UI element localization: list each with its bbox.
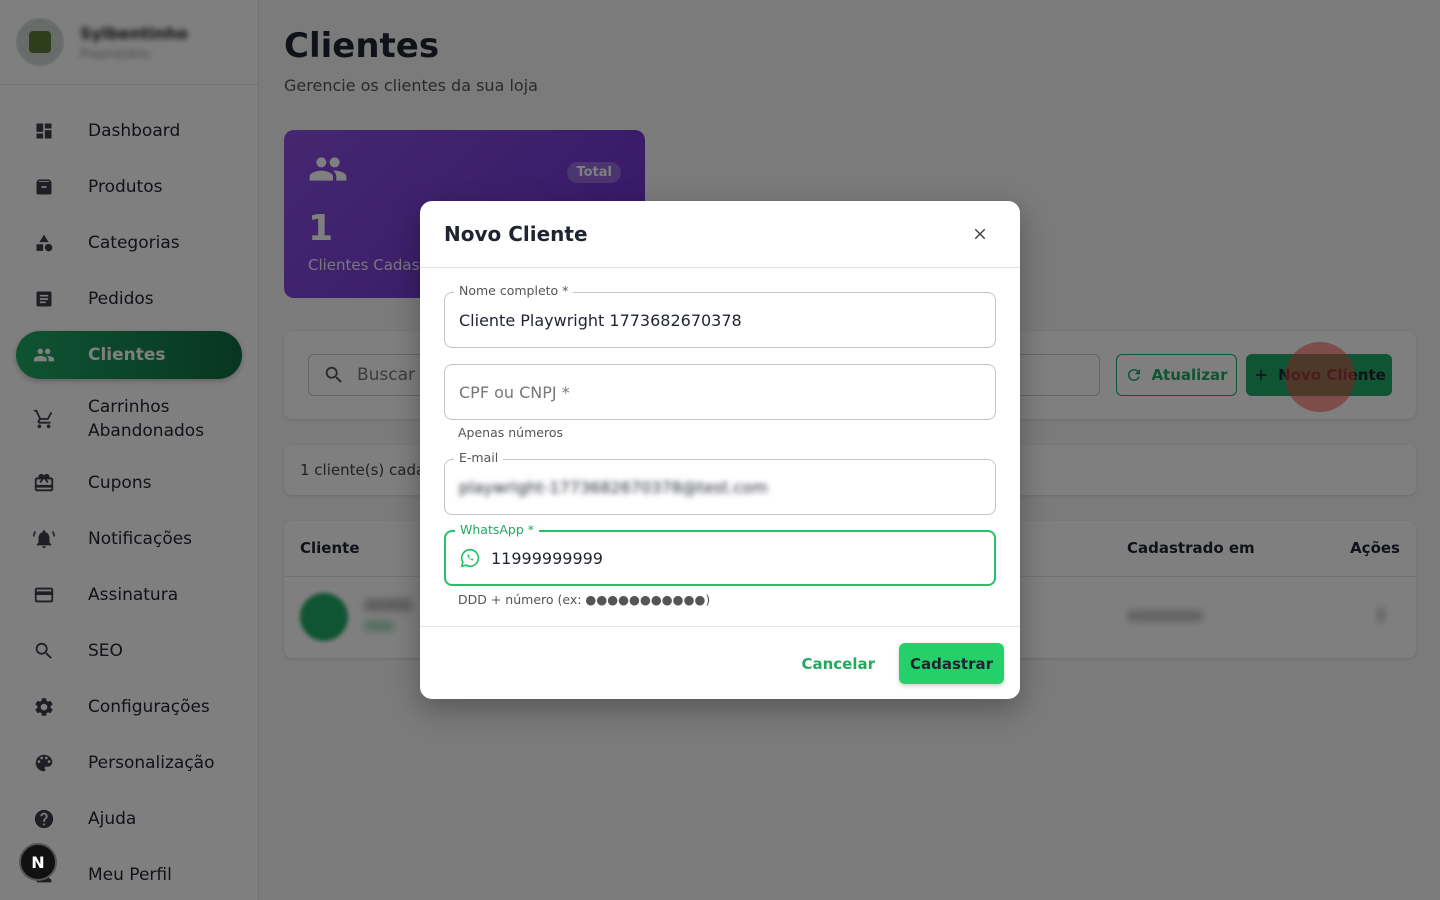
- cpf-helper-text: Apenas números: [458, 425, 563, 440]
- email-field-label: E-mail: [454, 450, 504, 465]
- email-field[interactable]: E-mail playwright-1773682670378@test.com: [444, 450, 996, 515]
- name-field-value: Cliente Playwright 1773682670378: [459, 310, 742, 330]
- cancel-button[interactable]: Cancelar: [801, 644, 875, 684]
- dialog-footer: Cancelar Cadastrar: [420, 626, 1020, 699]
- whatsapp-field-value: 11999999999: [491, 548, 603, 568]
- whatsapp-helper-text: DDD + número (ex: ●●●●●●●●●●●): [458, 592, 711, 607]
- cpf-field[interactable]: CPF ou CNPJ *: [444, 364, 996, 420]
- close-icon[interactable]: [968, 222, 992, 246]
- whatsapp-field-label: WhatsApp *: [455, 522, 539, 537]
- name-field[interactable]: Nome completo * Cliente Playwright 17736…: [444, 283, 996, 348]
- name-field-label: Nome completo *: [454, 283, 574, 298]
- whatsapp-icon: [459, 547, 481, 569]
- submit-button[interactable]: Cadastrar: [899, 643, 1004, 684]
- new-client-dialog: Novo Cliente Nome completo * Cliente Pla…: [420, 201, 1020, 699]
- dialog-title: Novo Cliente: [444, 222, 588, 246]
- cpf-field-placeholder: CPF ou CNPJ *: [459, 382, 570, 402]
- email-field-value: playwright-1773682670378@test.com: [459, 477, 768, 497]
- whatsapp-field[interactable]: WhatsApp * 11999999999: [444, 522, 996, 586]
- dialog-header: Novo Cliente: [420, 201, 1020, 268]
- dev-tools-badge[interactable]: N: [19, 843, 57, 881]
